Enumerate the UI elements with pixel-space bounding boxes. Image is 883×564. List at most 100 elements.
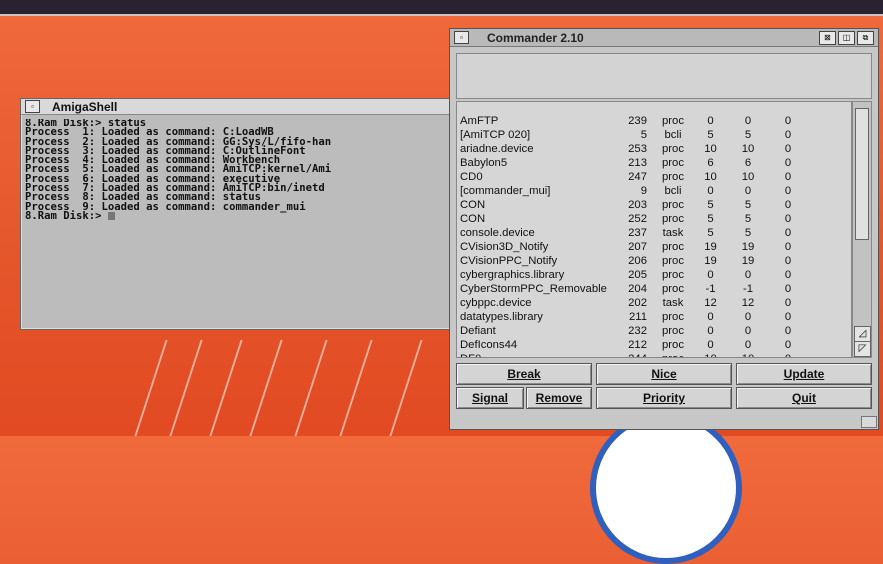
shell-prompt: 8.Ram Disk:> <box>25 209 108 222</box>
table-cell: 0 <box>784 199 792 211</box>
break-button[interactable]: Break <box>456 363 592 385</box>
table-row[interactable]: cybppc.device 202 task 12 12 0 <box>457 296 851 310</box>
table-cell: [commander_mui] <box>460 185 551 197</box>
table-cell: 252 <box>628 213 647 225</box>
list-scrollbar[interactable]: ◿ ◸ <box>852 101 872 358</box>
table-cell: 207 <box>628 241 647 253</box>
table-cell: 10 <box>704 143 717 155</box>
screen-title-bar <box>0 0 883 16</box>
table-cell: 247 <box>628 171 647 183</box>
table-row[interactable]: datatypes.library 211 proc 0 0 0 <box>457 310 851 324</box>
scroll-down-icon[interactable]: ◸ <box>854 341 871 357</box>
process-list[interactable]: AmFTP 239 proc 0 0 0 [AmiTCP 020] 5 bcli 5 5 0 ariad… <box>456 101 852 358</box>
update-button[interactable]: Update <box>736 363 872 385</box>
table-cell: 0 <box>784 115 792 127</box>
table-cell: 239 <box>628 115 647 127</box>
table-cell: 211 <box>628 311 647 323</box>
table-cell: -1 <box>742 283 754 295</box>
table-cell: CON <box>460 199 486 211</box>
table-row[interactable]: ariadne.device 253 proc 10 10 0 <box>457 142 851 156</box>
table-cell: 5 <box>744 129 752 141</box>
table-cell: 0 <box>784 227 792 239</box>
table-cell: 0 <box>707 311 714 323</box>
table-row[interactable]: cybergraphics.library 205 proc 0 0 0 <box>457 268 851 282</box>
nice-button[interactable]: Nice <box>596 363 732 385</box>
table-cell: 5 <box>707 129 714 141</box>
table-cell: proc <box>662 143 684 155</box>
signal-button[interactable]: Signal <box>456 387 524 409</box>
scrollbar-knob[interactable] <box>855 108 869 240</box>
decor-stripe <box>169 340 203 436</box>
amigashell-title-bar[interactable]: ▫ AmigaShell <box>21 99 455 115</box>
table-cell: 0 <box>744 185 752 197</box>
table-cell: 5 <box>707 227 714 239</box>
table-cell: 206 <box>628 255 647 267</box>
table-cell: proc <box>662 325 684 337</box>
table-row[interactable]: AmFTP 239 proc 0 0 0 <box>457 114 851 128</box>
table-cell: 5 <box>744 199 752 211</box>
table-cell: 213 <box>628 157 647 169</box>
shell-output[interactable]: 8.Ram Disk:> status Process 1: Loaded as… <box>25 119 455 221</box>
table-row[interactable]: CVision3D_Notify 207 proc 19 19 0 <box>457 240 851 254</box>
table-cell: task <box>662 297 684 309</box>
table-row[interactable]: CyberStormPPC_Removable 204 proc -1 -1 0 <box>457 282 851 296</box>
table-cell: proc <box>662 199 684 211</box>
table-row[interactable]: Babylon5 213 proc 6 6 0 <box>457 156 851 170</box>
table-cell: DF0 <box>460 352 620 357</box>
table-cell: 0 <box>784 157 792 169</box>
table-row[interactable]: CON 252 proc 5 5 0 <box>457 212 851 226</box>
list-header <box>457 102 851 114</box>
table-row[interactable]: Defiant 232 proc 0 0 0 <box>457 324 851 338</box>
resize-gadget-icon[interactable] <box>861 416 877 428</box>
table-row[interactable]: DF0244proc10100 <box>457 352 851 357</box>
depth-gadget-icon[interactable]: ⧉ <box>857 31 874 45</box>
table-cell: Defiant <box>460 325 496 337</box>
table-cell: 6 <box>744 157 752 169</box>
table-cell: 10 <box>693 352 728 357</box>
table-cell: 202 <box>628 297 647 309</box>
table-row[interactable]: CD0 247 proc 10 10 0 <box>457 170 851 184</box>
table-row[interactable]: DefIcons44 212 proc 0 0 0 <box>457 338 851 352</box>
table-cell: 0 <box>744 115 752 127</box>
commander-title-bar[interactable]: ▫ Commander 2.10 ⊠ ◫ ⧉ <box>450 29 878 47</box>
table-row[interactable]: [AmiTCP 020] 5 bcli 5 5 0 <box>457 128 851 142</box>
table-row[interactable]: [commander_mui] 9 bcli 0 0 0 <box>457 184 851 198</box>
table-cell: proc <box>662 269 684 281</box>
priority-button[interactable]: Priority <box>596 387 732 409</box>
table-cell: 0 <box>784 339 792 351</box>
table-cell: DefIcons44 <box>460 339 518 351</box>
quit-button[interactable]: Quit <box>736 387 872 409</box>
table-cell: proc <box>653 352 693 357</box>
table-cell: 0 <box>784 185 792 197</box>
table-cell: 244 <box>620 352 653 357</box>
table-cell: 10 <box>741 143 755 155</box>
table-cell: 204 <box>628 283 647 295</box>
table-cell: proc <box>662 213 684 225</box>
table-cell: ariadne.device <box>460 143 534 155</box>
close-gadget-icon[interactable]: ▫ <box>454 31 469 44</box>
remove-button[interactable]: Remove <box>526 387 592 409</box>
table-cell: 0 <box>707 325 714 337</box>
table-row[interactable]: CVisionPPC_Notify 206 proc 19 19 0 <box>457 254 851 268</box>
zoom-gadget-icon[interactable]: ◫ <box>838 31 855 45</box>
table-cell: 0 <box>707 339 714 351</box>
table-cell: AmFTP <box>460 115 499 127</box>
table-cell: 0 <box>707 115 714 127</box>
table-cell: 10 <box>741 171 755 183</box>
decor-stripe <box>339 340 373 436</box>
table-row[interactable]: console.device 237 task 5 5 0 <box>457 226 851 240</box>
table-cell: 0 <box>784 255 792 267</box>
close-gadget-icon[interactable]: ▫ <box>25 100 40 113</box>
table-cell: console.device <box>460 227 535 239</box>
table-cell: bcli <box>664 185 682 197</box>
table-cell: 0 <box>784 325 792 337</box>
iconify-gadget-icon[interactable]: ⊠ <box>819 31 836 45</box>
text-cursor <box>107 211 115 220</box>
table-cell: proc <box>662 157 684 169</box>
scroll-up-icon[interactable]: ◿ <box>854 326 871 342</box>
table-cell: 0 <box>744 269 752 281</box>
table-cell: 9 <box>640 185 647 197</box>
table-cell: bcli <box>664 129 682 141</box>
table-row[interactable]: CON 203 proc 5 5 0 <box>457 198 851 212</box>
table-cell: 0 <box>744 339 752 351</box>
